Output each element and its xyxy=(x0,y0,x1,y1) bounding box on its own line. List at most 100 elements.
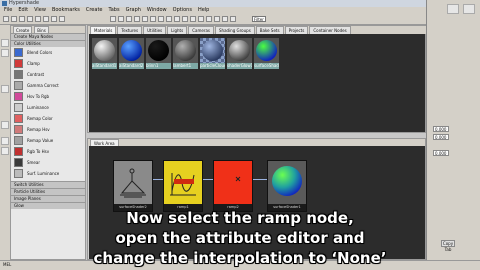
window-title: Hypershade xyxy=(9,0,40,6)
menu-file[interactable]: File xyxy=(4,7,12,14)
tab-bins[interactable]: Bins xyxy=(34,26,49,33)
section-color-utilities[interactable]: Color Utilities xyxy=(11,40,85,47)
node-item[interactable]: Remap Color xyxy=(11,113,85,124)
tab-create[interactable]: Create xyxy=(13,26,33,33)
tool-button[interactable] xyxy=(1,85,9,93)
node-surfaceshader2[interactable]: surfaceShader2 xyxy=(113,160,153,212)
materials-canvas[interactable]: aiStandard1 aiStandard2 blinn1 lambert1 part… xyxy=(89,34,425,132)
toolbar-button[interactable] xyxy=(43,16,49,22)
toolbar-button[interactable] xyxy=(174,16,180,22)
panel-icon[interactable] xyxy=(463,4,475,14)
node-ramp1[interactable]: ramp1 xyxy=(163,160,203,212)
node-type-icon xyxy=(14,125,23,134)
hypershade-tab[interactable]: Cameras xyxy=(188,26,214,34)
toolbar-button[interactable] xyxy=(158,16,164,22)
material-swatch[interactable]: lambert1 xyxy=(173,38,198,69)
node-item[interactable]: Rgb To Hsv xyxy=(11,146,85,157)
attribute-field[interactable]: 0.000 xyxy=(433,150,449,156)
menu-create[interactable]: Create xyxy=(86,7,103,14)
hypershade-tab[interactable]: Bake Sets xyxy=(255,26,284,34)
material-swatch[interactable]: aiStandard1 xyxy=(92,38,117,69)
section-image-planes[interactable]: Image Planes xyxy=(11,195,85,202)
toolbar-button[interactable] xyxy=(118,16,124,22)
material-preview xyxy=(146,38,171,63)
node-ramp2[interactable]: ramp2 xyxy=(213,160,253,212)
toolbar-button[interactable] xyxy=(3,16,9,22)
attribute-field[interactable]: 0.000 xyxy=(433,134,449,140)
toolbar-button[interactable] xyxy=(134,16,140,22)
tool-button[interactable] xyxy=(1,39,9,47)
node-item[interactable]: Contrast xyxy=(11,69,85,80)
node-surfaceshader1[interactable]: surfaceShader1 xyxy=(267,160,307,212)
toolbar-button[interactable] xyxy=(230,16,236,22)
material-preview xyxy=(254,38,279,63)
node-item[interactable]: Luminance xyxy=(11,102,85,113)
filter-field[interactable]: Filter xyxy=(252,16,266,22)
panel-icon[interactable] xyxy=(447,4,459,14)
toolbar-button[interactable] xyxy=(19,16,25,22)
section-switch-utilities[interactable]: Switch Utilities xyxy=(11,181,85,188)
attribute-field[interactable]: 0.000 xyxy=(433,126,449,132)
hypershade-tab[interactable]: Materials xyxy=(90,26,117,34)
tool-button[interactable] xyxy=(1,147,9,155)
shader-sphere-icon xyxy=(268,161,306,205)
toolbar-button[interactable] xyxy=(51,16,57,22)
node-item[interactable]: Smear xyxy=(11,157,85,168)
material-swatch[interactable]: surfaceShader1 xyxy=(254,38,279,69)
toolbar-button[interactable] xyxy=(206,16,212,22)
tool-button[interactable] xyxy=(1,137,9,145)
hypershade-tab[interactable]: Lights xyxy=(167,26,188,34)
node-item-label: Surf. Luminance xyxy=(27,171,60,176)
toolbar-button[interactable] xyxy=(182,16,188,22)
material-swatch[interactable]: particleCloud1 xyxy=(200,38,225,69)
node-item[interactable]: Clamp xyxy=(11,58,85,69)
node-type-icon xyxy=(14,136,23,145)
toolbar-button[interactable] xyxy=(166,16,172,22)
toolbar-button[interactable] xyxy=(126,16,132,22)
node-item[interactable]: Hsv To Rgb xyxy=(11,91,85,102)
toolbar-button[interactable] xyxy=(35,16,41,22)
material-swatch[interactable]: aiStandard2 xyxy=(119,38,144,69)
material-swatch[interactable]: blinn1 xyxy=(146,38,171,69)
node-item[interactable]: Gamma Correct xyxy=(11,80,85,91)
menu-tabs[interactable]: Tabs xyxy=(109,7,120,14)
material-swatch[interactable]: shaderGlow1 xyxy=(227,38,252,69)
section-particle-utilities[interactable]: Particle Utilities xyxy=(11,188,85,195)
section-maya-nodes[interactable]: Create Maya Nodes xyxy=(11,33,85,40)
toolbar-button[interactable] xyxy=(142,16,148,22)
menu-help[interactable]: Help xyxy=(198,7,209,14)
toolbar-button[interactable] xyxy=(190,16,196,22)
tool-button[interactable] xyxy=(1,121,9,129)
toolbar-button[interactable] xyxy=(214,16,220,22)
toolbar-button[interactable] xyxy=(198,16,204,22)
hypershade-tab[interactable]: Utilities xyxy=(143,26,167,34)
node-item[interactable]: Surf. Luminance xyxy=(11,168,85,179)
toolbar-button[interactable] xyxy=(27,16,33,22)
toolbar-button[interactable] xyxy=(222,16,228,22)
material-preview xyxy=(119,38,144,63)
toolbar-button[interactable] xyxy=(150,16,156,22)
node-item[interactable]: Blend Colors xyxy=(11,47,85,58)
menu-edit[interactable]: Edit xyxy=(18,7,28,14)
menu-bookmarks[interactable]: Bookmarks xyxy=(52,7,80,14)
node-item[interactable]: Remap Value xyxy=(11,135,85,146)
menu-view[interactable]: View xyxy=(34,7,46,14)
hypershade-tab[interactable]: Container Nodes xyxy=(309,26,351,34)
subtitle-line-2: open the attribute editor and xyxy=(115,229,365,247)
tool-button[interactable] xyxy=(1,49,9,57)
material-sphere xyxy=(229,40,250,61)
menu-options[interactable]: Options xyxy=(173,7,192,14)
toolbar-button[interactable] xyxy=(11,16,17,22)
hypershade-tab[interactable]: Shading Groups xyxy=(215,26,255,34)
toolbar-button[interactable] xyxy=(59,16,65,22)
section-glow[interactable]: Glow xyxy=(11,202,85,209)
hypershade-tab[interactable]: Projects xyxy=(284,26,309,34)
hypershade-tab[interactable]: Textures xyxy=(117,26,143,34)
node-item[interactable]: Remap Hsv xyxy=(11,124,85,135)
toolbar-button[interactable] xyxy=(110,16,116,22)
menu-graph[interactable]: Graph xyxy=(126,7,141,14)
material-sphere xyxy=(121,40,142,61)
menu-window[interactable]: Window xyxy=(147,7,167,14)
node-item-label: Luminance xyxy=(27,105,49,110)
material-label: aiStandard2 xyxy=(119,63,144,69)
